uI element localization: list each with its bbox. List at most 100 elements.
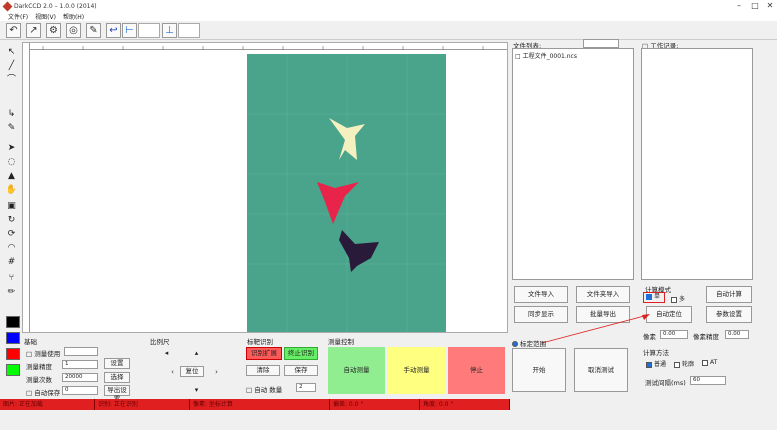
identify-expand-button[interactable]: 识别扩展 — [246, 347, 282, 360]
auto-calc-button[interactable]: 自动计算 — [706, 286, 752, 303]
arrow-right-icon[interactable]: › — [210, 366, 223, 378]
method-opt2-radio[interactable] — [674, 361, 681, 368]
export-settings-button[interactable]: 导出设置 — [104, 385, 130, 403]
arc-icon[interactable]: ◠ — [5, 242, 18, 254]
hook-icon[interactable]: ↳ — [5, 108, 18, 120]
measure-use-field[interactable] — [64, 347, 98, 356]
interval-label: 测试间隔(ms) — [645, 379, 686, 387]
auto-measure-button[interactable]: 自动测量 — [328, 347, 385, 394]
swatch-black[interactable] — [6, 316, 20, 328]
menu-help[interactable]: 帮助(H) — [63, 12, 84, 21]
work-log-list[interactable] — [641, 48, 753, 280]
refresh-icon[interactable]: ⟳ — [5, 228, 18, 240]
pen-icon[interactable]: ✎ — [5, 122, 18, 134]
arrow-minus-icon[interactable]: ‹ — [166, 366, 179, 378]
method-opt1[interactable]: 普通 — [646, 359, 666, 368]
save-button[interactable]: 保存 — [284, 365, 318, 376]
folder-import-button[interactable]: 文件夹导入 — [576, 286, 630, 303]
v-value-field[interactable] — [178, 23, 200, 38]
h-value-field[interactable] — [138, 23, 160, 38]
swatch-blue[interactable] — [6, 332, 20, 344]
calibration-radio[interactable] — [512, 341, 518, 347]
method-opt2[interactable]: 轮廓 — [674, 359, 694, 368]
multi-radio[interactable] — [671, 296, 677, 303]
method-opt1-radio[interactable] — [646, 361, 652, 368]
measure-use-label[interactable]: □ 测量使用 — [26, 348, 60, 358]
arrow-left-icon[interactable]: ◂ — [160, 347, 173, 359]
method-label: 计算方法 — [643, 349, 669, 357]
bucket-icon[interactable]: ▲ — [5, 170, 18, 182]
multi-mode-option[interactable]: 多 — [671, 294, 685, 303]
app-icon — [2, 1, 13, 11]
image-canvas[interactable] — [22, 42, 508, 333]
select-icon[interactable]: ➤ — [5, 142, 18, 154]
shape-red — [317, 182, 359, 224]
single-mode-option[interactable]: 单 — [643, 292, 665, 303]
file-import-button[interactable]: 文件导入 — [514, 286, 568, 303]
camera-icon[interactable]: ◎ — [66, 23, 81, 38]
minimize-icon[interactable]: – — [732, 0, 746, 12]
brush-icon[interactable]: ✏ — [5, 286, 18, 298]
move-icon[interactable]: ✋ — [5, 184, 18, 196]
method-options: 普通 轮廓 AT — [646, 359, 717, 368]
precision-set-button[interactable]: 设置 — [104, 358, 130, 369]
circle-dot-icon[interactable]: ◌ — [5, 156, 18, 168]
title-bar: DarkCCD 2.0 – 1.0.0 (2014) — [0, 0, 777, 12]
fork-icon[interactable]: ⑂ — [5, 272, 18, 284]
tool-a-icon[interactable]: ⚙ — [46, 23, 61, 38]
auto-count-input[interactable]: 2 — [296, 383, 316, 392]
calibration-option[interactable]: 标定范围 — [512, 338, 546, 348]
multi-label: 多 — [679, 296, 686, 303]
undo-icon[interactable]: ↩ — [106, 23, 121, 38]
control-group-title: 测量控制 — [328, 338, 354, 346]
autosave-label[interactable]: □ 自动保存 — [26, 387, 60, 397]
pointer-arrow — [541, 314, 650, 344]
h-measure-icon[interactable]: ⊢ — [122, 23, 137, 38]
vertical-ruler — [23, 43, 30, 332]
start-button[interactable]: 开始 — [512, 348, 566, 392]
method-opt3-radio[interactable] — [702, 359, 709, 366]
line-icon[interactable]: ╱ — [5, 60, 18, 72]
close-icon[interactable]: ✕ — [763, 0, 777, 12]
autosave-input[interactable]: 0 — [62, 386, 98, 395]
file-list[interactable]: □ 工程文件_0001.ncs — [512, 48, 634, 280]
v-measure-icon[interactable]: ⊥ — [162, 23, 177, 38]
stop-button[interactable]: 停止 — [448, 347, 505, 394]
grid-icon[interactable]: # — [5, 256, 18, 268]
pointer-icon[interactable]: ↖ — [5, 46, 18, 58]
menu-bar: 文件(F) 视图(V) 帮助(H) — [0, 12, 777, 21]
clear-button[interactable]: 清除 — [246, 365, 280, 376]
reset-button[interactable]: 复位 — [180, 366, 204, 377]
precision-row-input[interactable]: 1 — [62, 360, 98, 369]
precision-input[interactable]: 0.00 — [725, 330, 749, 339]
settings-button[interactable]: 参数设置 — [706, 306, 752, 323]
interval-input[interactable]: 60 — [690, 376, 726, 385]
arrow-down-icon[interactable]: ▾ — [190, 384, 203, 396]
rotate-icon[interactable]: ↻ — [5, 214, 18, 226]
status-pixel: 像素: 坐标计算 — [190, 399, 330, 410]
export-icon[interactable]: ↗ — [26, 23, 41, 38]
file-list-search[interactable] — [583, 39, 619, 48]
swatch-green[interactable] — [6, 364, 20, 376]
count-select-button[interactable]: 选择 — [104, 372, 130, 383]
left-toolbar: ↖ ╱ ⌒ ↳ ✎ ➤ ◌ ▲ ✋ ▣ ↻ ⟳ ◠ # ⑂ ✏ — [0, 42, 22, 380]
file-list-item[interactable]: □ 工程文件_0001.ncs — [513, 49, 633, 62]
curve-icon[interactable]: ⌒ — [5, 74, 18, 86]
method-opt3[interactable]: AT — [702, 359, 717, 368]
stop-identify-button[interactable]: 终止识别 — [284, 347, 318, 360]
count-input[interactable]: 20000 — [62, 373, 98, 382]
pixel-input[interactable]: 0.00 — [660, 330, 688, 339]
arrow-up-icon[interactable]: ▴ — [190, 347, 203, 359]
open-icon[interactable]: ↶ — [6, 23, 21, 38]
status-identify: 识别: 正在识别 — [95, 399, 190, 410]
cancel-test-button[interactable]: 取消测试 — [574, 348, 628, 392]
menu-file[interactable]: 文件(F) — [8, 12, 28, 21]
auto-count-label[interactable]: □ 自动 数量 — [246, 384, 282, 394]
menu-view[interactable]: 视图(V) — [35, 12, 56, 21]
maximize-icon[interactable]: □ — [748, 0, 762, 12]
rect-icon[interactable]: ▣ — [5, 200, 18, 212]
manual-measure-button[interactable]: 手动测量 — [388, 347, 445, 394]
swatch-red[interactable] — [6, 348, 20, 360]
draw-icon[interactable]: ✎ — [86, 23, 101, 38]
single-radio[interactable] — [646, 293, 652, 300]
